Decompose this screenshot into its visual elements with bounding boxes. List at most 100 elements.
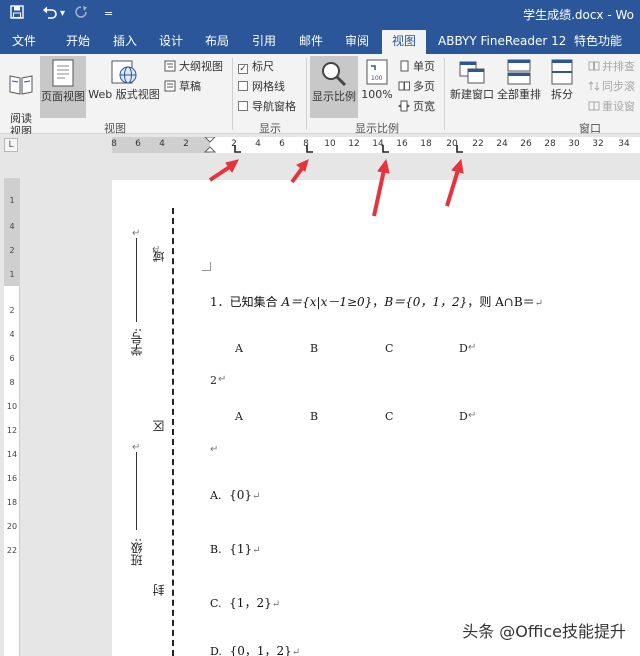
sync-scroll-icon bbox=[588, 81, 600, 91]
tab-stop-icon[interactable] bbox=[306, 145, 314, 153]
new-window-button[interactable]: 新建窗口 bbox=[448, 58, 496, 101]
paragraph-mark: ↵ bbox=[468, 410, 477, 421]
option-label: C bbox=[385, 342, 394, 355]
print-layout-button[interactable]: 页面视图 bbox=[40, 56, 86, 118]
redo-icon[interactable] bbox=[74, 5, 88, 24]
vertical-ruler[interactable]: 1 4 2 1 2 4 6 8 10 12 14 16 18 20 22 bbox=[4, 178, 20, 656]
zoom-100-icon: 100 bbox=[366, 59, 388, 85]
ruler-tick-label: 10 bbox=[324, 139, 336, 149]
multi-page-button[interactable]: 多页 bbox=[398, 80, 435, 94]
student-number-label: 学号: bbox=[130, 328, 144, 357]
group-separator bbox=[306, 58, 307, 130]
answer-b: B. {1}↵ bbox=[210, 542, 261, 556]
outline-icon bbox=[164, 60, 176, 72]
answer-d-value: {0，1，2} bbox=[229, 644, 292, 656]
tab-stop-icon[interactable] bbox=[382, 145, 390, 153]
gridlines-checkbox[interactable]: 网格线 bbox=[238, 80, 285, 94]
multi-page-label: 多页 bbox=[413, 80, 435, 93]
seal-text: 区 bbox=[152, 420, 166, 432]
split-button[interactable]: 拆分 bbox=[546, 58, 578, 101]
tab-selector[interactable]: L bbox=[4, 138, 18, 152]
page-width-icon bbox=[398, 100, 410, 112]
draft-label: 草稿 bbox=[179, 80, 201, 93]
zoom-100-button[interactable]: 100 100% bbox=[360, 58, 394, 101]
tab-references[interactable]: 引用 bbox=[252, 28, 276, 54]
vruler-tick-label: 2 bbox=[9, 306, 15, 315]
read-mode-button[interactable]: 阅读 视图 bbox=[4, 58, 38, 138]
nav-pane-label: 导航窗格 bbox=[252, 100, 296, 113]
title-bar: ▾ = 学生成绩.docx - Wo bbox=[0, 0, 640, 28]
paragraph-mark: ↵ bbox=[291, 647, 301, 656]
arrange-all-button[interactable]: 全部重排 bbox=[496, 58, 542, 101]
answer-b-value: {1} bbox=[229, 542, 253, 556]
page-width-button[interactable]: 页宽 bbox=[398, 100, 435, 114]
tab-abbyy[interactable]: ABBYY FineReader 12 bbox=[438, 28, 566, 54]
ruler-checkbox[interactable]: ✓ 标尺 bbox=[238, 60, 274, 74]
paragraph-mark: ↵ bbox=[252, 491, 261, 502]
ruler-tick-label: 4 bbox=[159, 139, 165, 149]
web-layout-button[interactable]: Web 版式视图 bbox=[88, 58, 160, 101]
student-number-line bbox=[136, 238, 137, 322]
split-label: 拆分 bbox=[551, 88, 573, 101]
tab-mailings[interactable]: 邮件 bbox=[299, 28, 323, 54]
nav-pane-checkbox[interactable]: 导航窗格 bbox=[238, 100, 296, 114]
tab-home[interactable]: 开始 bbox=[66, 28, 90, 54]
customize-qa-button[interactable]: = bbox=[104, 5, 113, 23]
horizontal-ruler[interactable]: 8 6 4 2 2 4 6 8 10 12 14 16 18 20 22 24 … bbox=[111, 137, 640, 153]
tab-layout[interactable]: 布局 bbox=[205, 28, 229, 54]
tab-stop-icon[interactable] bbox=[456, 145, 464, 153]
ruler-tick-label: 6 bbox=[279, 139, 285, 149]
reset-position-button[interactable]: 重设窗 bbox=[588, 100, 635, 114]
paragraph-mark: ↵ bbox=[132, 228, 141, 239]
web-layout-label: Web 版式视图 bbox=[88, 88, 160, 101]
indent-marker-icon[interactable] bbox=[204, 137, 216, 153]
save-icon[interactable] bbox=[10, 5, 24, 24]
word-window: ▾ = 学生成绩.docx - Wo 文件 开始 插入 设计 布局 引用 邮件 … bbox=[0, 0, 640, 656]
paragraph-mark: ↵ bbox=[534, 298, 544, 309]
side-by-side-button[interactable]: 并排查 bbox=[588, 60, 635, 74]
paragraph-mark: ↵ bbox=[468, 342, 477, 353]
tab-review[interactable]: 审阅 bbox=[345, 28, 369, 54]
tab-special[interactable]: 特色功能 bbox=[574, 28, 622, 54]
vruler-tick-label: 2 bbox=[9, 246, 15, 255]
answer-a-value: {0} bbox=[229, 488, 252, 502]
draft-view-button[interactable]: 草稿 bbox=[164, 80, 201, 94]
reset-position-label: 重设窗 bbox=[602, 100, 635, 113]
zoom-button[interactable]: 显示比例 bbox=[310, 56, 358, 118]
tab-insert[interactable]: 插入 bbox=[113, 28, 137, 54]
one-page-button[interactable]: 单页 bbox=[398, 60, 435, 74]
sync-scroll-label: 同步滚 bbox=[602, 80, 635, 93]
annotation-arrow bbox=[208, 159, 239, 182]
seal-text: 封 bbox=[152, 584, 166, 596]
tab-stop-icon[interactable] bbox=[234, 145, 242, 153]
arrange-all-label: 全部重排 bbox=[497, 88, 541, 101]
document-page[interactable]: 域 ↵ 学号: ↵ 区 ↵ 班级: 封 1．已知集合 A＝{x|x－1≥0}，B… bbox=[112, 180, 640, 656]
gridlines-check bbox=[238, 81, 248, 91]
vruler-tick-label: 10 bbox=[6, 402, 18, 411]
one-page-label: 单页 bbox=[413, 60, 435, 73]
answer-a: A. {0}↵ bbox=[210, 488, 260, 502]
annotation-arrow bbox=[290, 159, 309, 184]
answer-a-label: A. bbox=[210, 489, 222, 502]
one-page-icon bbox=[400, 60, 409, 72]
undo-dropdown[interactable]: ▾ bbox=[60, 5, 65, 23]
vruler-tick-label: 1 bbox=[9, 270, 15, 279]
tab-view[interactable]: 视图 bbox=[382, 30, 427, 54]
sync-scroll-button[interactable]: 同步滚 bbox=[588, 80, 635, 94]
class-label: 班级: bbox=[130, 538, 144, 567]
tab-design[interactable]: 设计 bbox=[159, 28, 183, 54]
outline-view-button[interactable]: 大纲视图 bbox=[164, 60, 223, 74]
ribbon-view: 阅读 视图 页面视图 Web 版式视图 大纲视图 草稿 视图 ✓ 标尺 网格线 导… bbox=[0, 54, 640, 138]
svg-text:100: 100 bbox=[371, 75, 383, 82]
tab-file[interactable]: 文件 bbox=[12, 28, 36, 54]
ruler-tick-label: 12 bbox=[348, 139, 360, 149]
question-1: 1．已知集合 A＝{x|x－1≥0}，B＝{0，1，2}，则 A∩B＝↵ bbox=[210, 293, 543, 310]
ribbon-tabs: 文件 开始 插入 设计 布局 引用 邮件 审阅 视图 ABBYY FineRea… bbox=[0, 28, 640, 54]
answer-d-label: D. bbox=[210, 645, 222, 656]
new-window-icon bbox=[459, 61, 485, 84]
undo-icon[interactable] bbox=[42, 5, 58, 24]
zoom-100-label: 100% bbox=[361, 88, 393, 101]
vruler-tick-label: 14 bbox=[6, 450, 18, 459]
ruler-tick-label: 34 bbox=[618, 139, 630, 149]
paragraph-mark: ↵ bbox=[218, 374, 227, 385]
